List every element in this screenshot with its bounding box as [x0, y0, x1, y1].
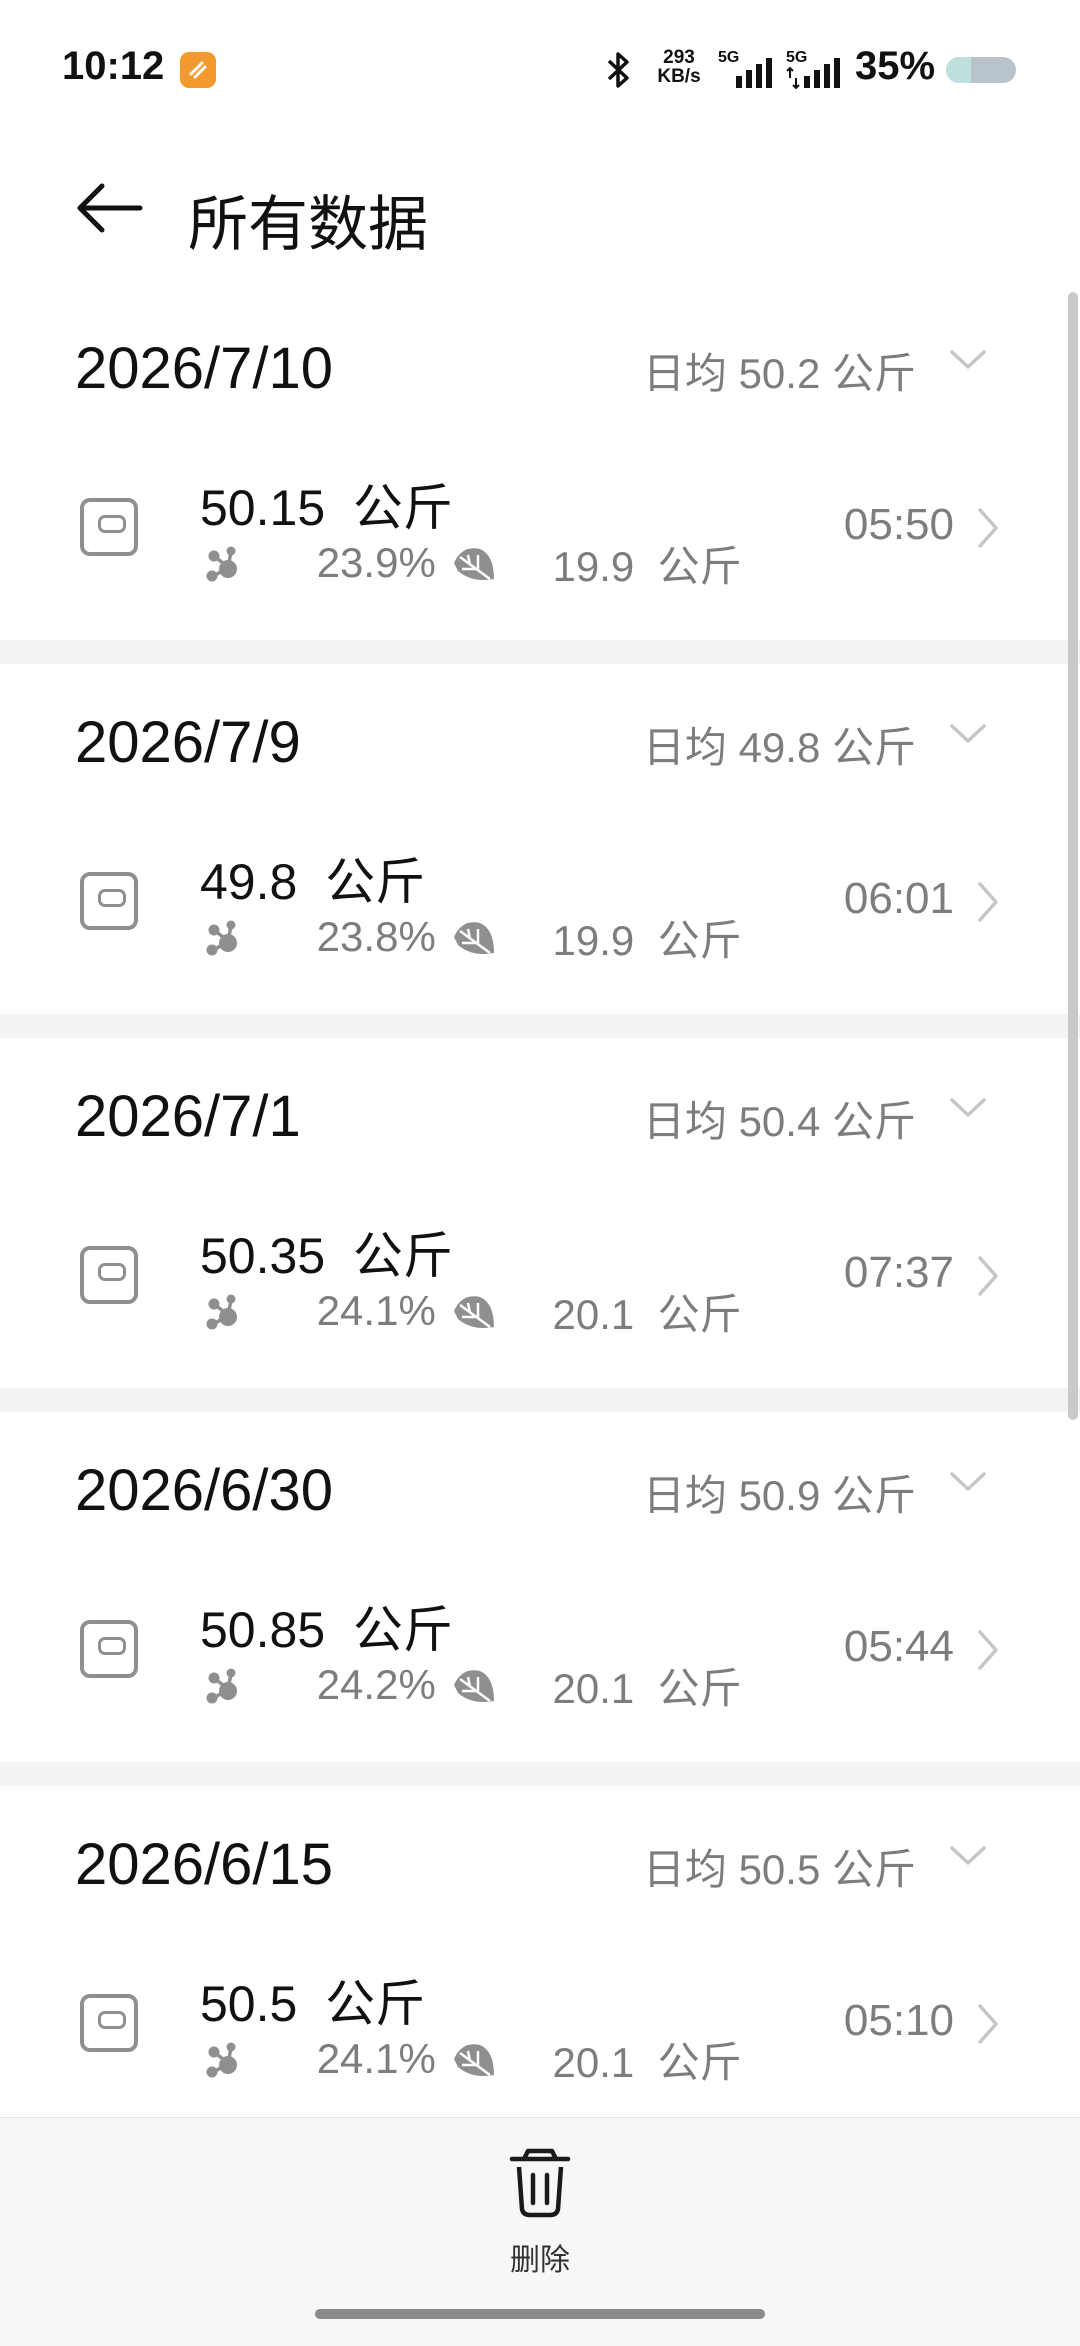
scale-icon [80, 872, 138, 930]
chevron-down-icon[interactable] [948, 1096, 988, 1125]
chevron-down-icon[interactable] [948, 1844, 988, 1873]
group-date: 2026/7/9 [75, 710, 301, 775]
record-time: 05:50 [843, 500, 954, 549]
chevron-down-icon[interactable] [948, 348, 988, 377]
back-button[interactable] [72, 168, 152, 248]
molecule-icon [200, 444, 317, 682]
record-muscle: 19.9 公斤 [552, 916, 742, 964]
signal-icon: 5G [716, 48, 778, 95]
record-details: 24.1% 20.1 公斤 [200, 2034, 742, 2086]
chevron-down-icon[interactable] [948, 1470, 988, 1499]
record-time: 06:01 [843, 874, 954, 923]
scrollbar[interactable] [1068, 292, 1078, 1420]
record-row[interactable]: 50.15 公斤 23.9% 19.9 公斤 05:50 [0, 440, 1080, 640]
chevron-right-icon [976, 2002, 1002, 2051]
network-speed: 293 KB/s [654, 48, 704, 86]
date-group: 2026/7/10 日均 50.2 公斤 50.15 公斤 23.9% 19.9… [0, 290, 1080, 640]
scale-icon [80, 1246, 138, 1304]
group-daily-average: 日均 50.4 公斤 [642, 1098, 916, 1145]
scale-icon [80, 1620, 138, 1678]
group-date: 2026/6/30 [75, 1458, 334, 1523]
chevron-right-icon [976, 1254, 1002, 1303]
header: 所有数据 [0, 140, 1080, 290]
record-details: 23.9% 19.9 公斤 [200, 538, 742, 590]
svg-text:5G: 5G [718, 49, 739, 66]
date-group: 2026/6/15 日均 50.5 公斤 50.5 公斤 24.1% 20.1 … [0, 1786, 1080, 2136]
chevron-right-icon [976, 880, 1002, 929]
arrow-left-icon [72, 183, 152, 252]
battery-fill [946, 57, 971, 83]
status-bar: 10:12 293 KB/s 5G 5G 35% [0, 0, 1080, 140]
svg-text:5G: 5G [786, 49, 807, 66]
record-body-fat: 24.2% [316, 1661, 436, 1708]
group-daily-average: 日均 50.9 公斤 [642, 1472, 916, 1519]
date-group: 2026/7/9 日均 49.8 公斤 49.8 公斤 23.8% 19.9 公… [0, 664, 1080, 1014]
date-group: 2026/6/30 日均 50.9 公斤 50.85 公斤 24.2% 20.1… [0, 1412, 1080, 1762]
record-muscle: 19.9 公斤 [552, 542, 742, 590]
scale-icon [80, 498, 138, 556]
group-date: 2026/7/1 [75, 1084, 301, 1149]
scale-icon [80, 1994, 138, 2052]
record-row[interactable]: 49.8 公斤 23.8% 19.9 公斤 06:01 [0, 814, 1080, 1014]
leaf-icon [436, 1567, 553, 1803]
home-indicator[interactable] [315, 2309, 765, 2319]
status-time: 10:12 [62, 44, 165, 88]
record-body-fat: 23.9% [316, 539, 436, 586]
bluetooth-icon [604, 50, 634, 95]
record-body-fat: 23.8% [316, 913, 436, 960]
record-row[interactable]: 50.5 公斤 24.1% 20.1 公斤 05:10 [0, 1936, 1080, 2136]
chevron-right-icon [976, 506, 1002, 555]
record-time: 05:44 [843, 1622, 954, 1671]
delete-button[interactable]: 删除 [490, 2143, 590, 2277]
record-muscle: 20.1 公斤 [552, 2038, 742, 2086]
leaf-icon [436, 819, 553, 1055]
molecule-icon [200, 818, 317, 1056]
record-body-fat: 24.1% [316, 2035, 436, 2082]
molecule-icon [200, 1192, 317, 1430]
record-body-fat: 24.1% [316, 1287, 436, 1334]
group-date: 2026/7/10 [75, 336, 334, 401]
page-title: 所有数据 [188, 191, 428, 258]
record-details: 24.1% 20.1 公斤 [200, 1286, 742, 1338]
record-details: 24.2% 20.1 公斤 [200, 1660, 742, 1712]
chevron-right-icon [976, 1628, 1002, 1677]
record-row[interactable]: 50.85 公斤 24.2% 20.1 公斤 05:44 [0, 1562, 1080, 1762]
chevron-down-icon[interactable] [948, 722, 988, 751]
date-group: 2026/7/1 日均 50.4 公斤 50.35 公斤 24.1% 20.1 … [0, 1038, 1080, 1388]
record-details: 23.8% 19.9 公斤 [200, 912, 742, 964]
app-notification-icon [180, 52, 216, 88]
signal-icon-2: 5G [784, 48, 846, 95]
group-daily-average: 日均 50.5 公斤 [642, 1846, 916, 1893]
network-speed-unit: KB/s [657, 66, 701, 87]
battery-percent: 35% [855, 44, 936, 88]
delete-label: 删除 [510, 2244, 570, 2277]
record-row[interactable]: 50.35 公斤 24.1% 20.1 公斤 07:37 [0, 1188, 1080, 1388]
molecule-icon [200, 1566, 317, 1804]
group-daily-average: 日均 50.2 公斤 [642, 350, 916, 397]
group-date: 2026/6/15 [75, 1832, 334, 1897]
battery-icon [946, 57, 1016, 83]
record-time: 05:10 [843, 1996, 954, 2045]
leaf-icon [436, 445, 553, 681]
group-daily-average: 日均 49.8 公斤 [642, 724, 916, 771]
record-time: 07:37 [843, 1248, 954, 1297]
leaf-icon [436, 1193, 553, 1429]
record-muscle: 20.1 公斤 [552, 1290, 742, 1338]
network-speed-value: 293 [663, 47, 695, 68]
record-muscle: 20.1 公斤 [552, 1664, 742, 1712]
